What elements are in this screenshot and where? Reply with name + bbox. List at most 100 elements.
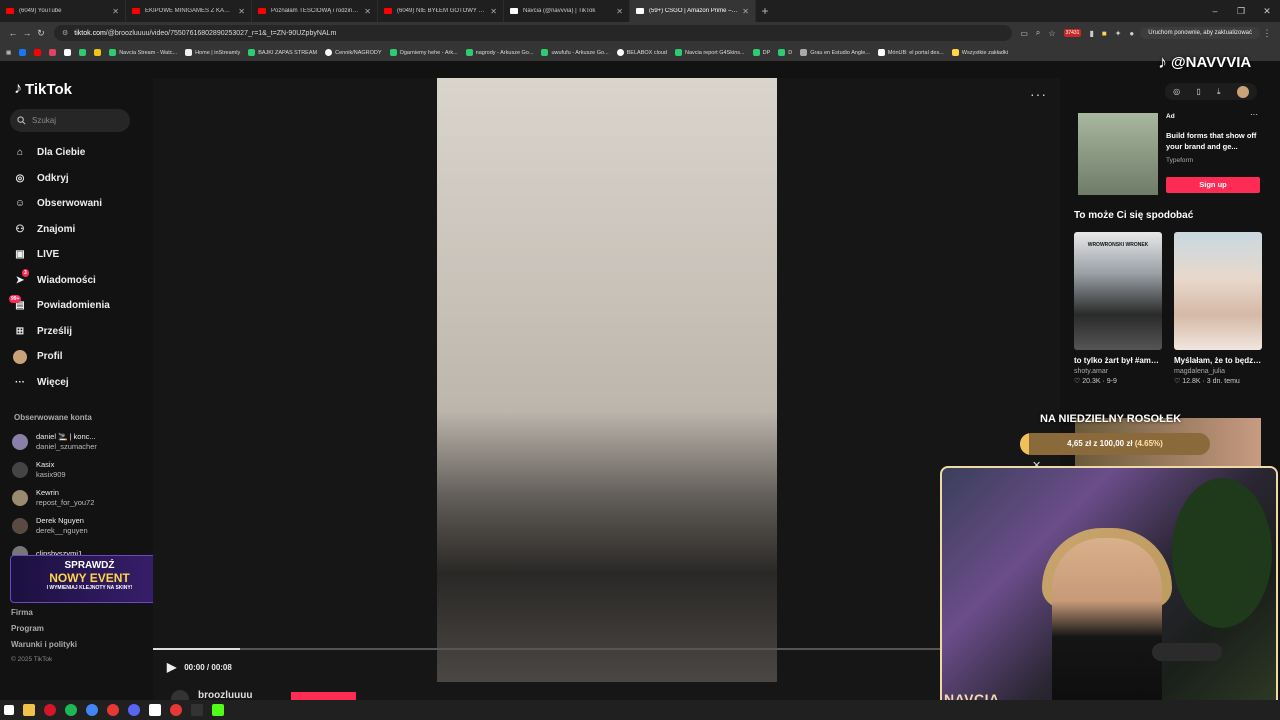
avatar[interactable] — [1236, 85, 1249, 98]
extensions-puzzle-icon[interactable]: ✦ — [1115, 29, 1122, 38]
restart-update-button[interactable]: Uruchom ponownie, aby zaktualizować — [1140, 27, 1260, 39]
spotify-icon[interactable] — [65, 704, 77, 716]
bookmark[interactable] — [79, 49, 87, 56]
browser-tab[interactable]: Poznałam TEŚCIOWĄ i rodzinę Sy ✕ — [252, 0, 378, 22]
cast-icon[interactable]: ▭ — [1020, 29, 1028, 38]
followed-account[interactable]: Kasix kasix909 — [12, 456, 97, 484]
windows-start-icon[interactable] — [4, 705, 14, 715]
back-icon[interactable]: ← — [6, 28, 20, 38]
close-tab-icon[interactable]: ✕ — [742, 7, 749, 16]
followed-account[interactable]: Kewrin repost_for_you72 — [12, 484, 97, 512]
discord-icon[interactable] — [128, 704, 140, 716]
browser-tab[interactable]: (6049) NIE BYŁEM GOTOWY NA TO✕ — [378, 0, 504, 22]
tiktok-logo[interactable]: ♪ TikTok — [14, 80, 72, 98]
profile-avatar-icon[interactable]: ● — [1129, 29, 1134, 38]
video-frame[interactable] — [437, 78, 777, 682]
ad-thumbnail[interactable] — [1078, 113, 1158, 195]
ad-signup-button[interactable]: Sign up — [1166, 177, 1260, 193]
bookmark-star-icon[interactable]: ☆ — [1048, 29, 1055, 38]
file-explorer-icon[interactable] — [23, 704, 35, 716]
footer-link[interactable]: Warunki i polityki — [11, 640, 77, 656]
explore-icon[interactable]: ◎ — [1173, 87, 1180, 96]
footer-link[interactable]: Firma — [11, 608, 77, 624]
follow-button[interactable] — [291, 692, 356, 700]
browser-tab[interactable]: Navcia (@navvvia) | TikTok ✕ — [504, 0, 630, 22]
bookmark[interactable] — [34, 49, 42, 56]
close-tab-icon[interactable]: ✕ — [490, 7, 497, 16]
close-tab-icon[interactable]: ✕ — [616, 7, 623, 16]
bookmark[interactable]: nagrody - Arkusze Go... — [465, 49, 533, 56]
followed-account[interactable]: daniel 🚬 | konc... daniel_szumacher — [12, 428, 97, 456]
nav-item-notifications[interactable]: ▤ 99+ Powiadomienia — [9, 293, 110, 319]
extension-icon[interactable]: ▮ — [1089, 29, 1093, 38]
nav-item-upload[interactable]: ⊞ Prześlij — [12, 319, 110, 345]
maximize-icon[interactable]: ❐ — [1228, 0, 1254, 22]
browser-tab[interactable]: (6049) YouTube ✕ — [0, 0, 126, 22]
ad-options-icon[interactable]: ··· — [1250, 110, 1258, 119]
video-player: ··· ▶ 00:00 / 00:08 broozluuuu — [153, 78, 1060, 708]
close-tab-icon[interactable]: ✕ — [364, 7, 371, 16]
bookmark[interactable]: DP — [752, 49, 770, 56]
profile-icon — [12, 349, 28, 365]
followed-account[interactable]: Derek Nguyen derek__nguyen — [12, 512, 97, 540]
nav-item-profile[interactable]: Profil — [12, 344, 110, 370]
nav-item-following[interactable]: ☺ Obserwowani — [12, 191, 110, 217]
extension-icon[interactable]: ■ — [1102, 29, 1107, 38]
close-tab-icon[interactable]: ✕ — [238, 7, 245, 16]
all-bookmarks-folder[interactable]: Wszystkie zakładki — [951, 49, 1008, 56]
bookmark[interactable]: MónUB: el portal des... — [877, 49, 944, 56]
nav-item-explore[interactable]: ◎ Odkryj — [12, 166, 110, 192]
video-options-icon[interactable]: ··· — [1030, 86, 1047, 102]
nav-item-more[interactable]: ··· Więcej — [12, 370, 110, 396]
ad-brand: Typeform — [1166, 157, 1194, 164]
nav-item-messages[interactable]: ➤ 3 Wiadomości — [12, 268, 110, 294]
bookmark[interactable]: Navcia Stream - Watc... — [109, 49, 177, 56]
footer-link[interactable]: Program — [11, 624, 77, 640]
close-tab-icon[interactable]: ✕ — [112, 7, 119, 16]
forward-icon[interactable]: → — [20, 28, 34, 38]
bookmark[interactable] — [19, 49, 27, 56]
close-window-icon[interactable]: ✕ — [1254, 0, 1280, 22]
bookmark[interactable]: Navcia report G4Skins... — [674, 49, 745, 56]
bookmark[interactable] — [49, 49, 57, 56]
bookmark[interactable]: D — [778, 49, 792, 56]
search-input[interactable]: Szukaj — [10, 109, 130, 132]
bookmark[interactable]: uwufufu - Arkusze Go... — [541, 49, 609, 56]
bookmark[interactable]: Home | inStreamly — [185, 49, 240, 56]
bookmark[interactable]: Ogarniemy hehe - Ark... — [389, 49, 458, 56]
reload-icon[interactable]: ↻ — [34, 28, 48, 39]
nav-item-live[interactable]: ▣ LIVE — [12, 242, 110, 268]
url-input[interactable]: ⚙ tiktok.com/@broozluuuu/video/755076168… — [54, 25, 1013, 41]
device-icon[interactable]: ▯ — [1196, 87, 1200, 96]
notion-icon[interactable] — [149, 704, 161, 716]
play-icon[interactable]: ▶ — [167, 660, 176, 674]
browser-tab-active[interactable]: (59+) CSGO | Amazon Prime – zal ✕ — [630, 0, 756, 22]
site-info-icon[interactable]: ⚙ — [62, 29, 68, 37]
bookmark[interactable]: Cennik/NAGRODY — [325, 49, 382, 56]
kick-icon[interactable] — [212, 704, 224, 716]
chrome-icon[interactable] — [86, 704, 98, 716]
bookmark[interactable]: Grau en Estudio Angle... — [800, 49, 870, 56]
zoom-icon[interactable]: ⌕ — [1036, 28, 1040, 38]
minimize-icon[interactable]: – — [1202, 0, 1228, 22]
download-icon[interactable]: ⤓ — [1217, 87, 1221, 97]
extension-badge[interactable]: 37431 — [1063, 29, 1082, 37]
recommended-video[interactable]: WROWRONSKI WRONEK to tylko żart był #ama… — [1074, 232, 1162, 385]
app-icon[interactable] — [170, 704, 182, 716]
opera-icon[interactable] — [44, 704, 56, 716]
apps-grid-icon[interactable]: ▦ — [6, 50, 11, 56]
bookmark[interactable] — [94, 49, 102, 56]
terminal-icon[interactable] — [191, 704, 203, 716]
browser-menu-icon[interactable]: ⋮ — [1260, 28, 1274, 39]
bookmark[interactable]: BELABOX cloud — [616, 49, 667, 56]
recommended-video[interactable]: Myślałam, że to będzie rutynowe kt... ma… — [1174, 232, 1262, 385]
browser-tab[interactable]: EKIPOWE MINIGAMES Z KARAMI ✕ — [126, 0, 252, 22]
bookmark[interactable]: BAJKI ZAPAS STREAM — [248, 49, 317, 56]
nav-item-friends[interactable]: ⚇ Znajomi — [12, 217, 110, 243]
kick-icon — [109, 49, 117, 56]
nav-item-for-you[interactable]: ⌂ Dla Ciebie — [12, 140, 110, 166]
new-tab-button[interactable]: + — [756, 4, 774, 18]
video-progress-bar[interactable] — [153, 648, 943, 650]
bookmark[interactable] — [64, 49, 72, 56]
app-icon[interactable] — [107, 704, 119, 716]
